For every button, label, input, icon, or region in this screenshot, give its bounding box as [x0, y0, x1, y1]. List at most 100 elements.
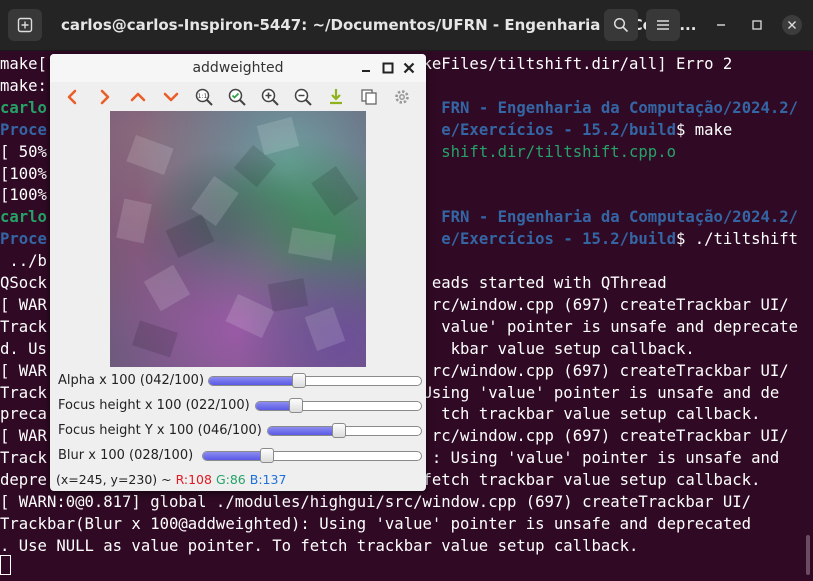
terminal-text-segment: [100% — [0, 186, 47, 205]
close-icon — [403, 62, 415, 74]
trackbar-handle[interactable] — [288, 398, 303, 413]
trackbar-handle[interactable] — [292, 373, 306, 388]
settings-icon — [395, 90, 409, 104]
terminal-text-segment: preca — [0, 405, 47, 424]
terminal-text-segment: tch trackbar value setup callback. — [441, 405, 761, 424]
terminal-text-segment: Track — [0, 449, 47, 468]
terminal-text-segment: [ 50% — [0, 142, 47, 161]
terminal-text-segment: rc/window.cpp (697) createTrackbar UI/ — [431, 427, 789, 446]
terminal-line: [100% — [0, 163, 47, 185]
terminal-text-segment: rc/window.cpp (697) createTrackbar UI/ — [431, 295, 789, 314]
terminal-new-tab-icon — [17, 17, 33, 33]
terminal-text-segment: [100% — [0, 164, 47, 183]
cv-minimize-button[interactable] — [356, 58, 376, 78]
trackbar-row: Blur x 100 (028/100) — [50, 445, 426, 467]
terminal-headerbar: carlos@carlos-Inspiron-5447: ~/Documento… — [0, 0, 813, 51]
maximize-icon — [752, 20, 762, 30]
terminal-text-segment: shift.dir/tiltshift.cpp.o — [441, 142, 676, 161]
minimize-icon — [362, 70, 370, 72]
minimize-icon — [717, 24, 725, 26]
trackbar-handle[interactable] — [331, 423, 346, 438]
processed-image[interactable] — [110, 111, 366, 367]
pan-up-button[interactable] — [127, 86, 149, 108]
pan-right-button[interactable] — [94, 86, 116, 108]
terminal-text-segment: $ ./tiltshift — [675, 230, 799, 249]
zoom-fit-icon: 1:1 — [195, 88, 213, 106]
trackbar-label: Focus height x 100 (022/100) — [58, 398, 250, 413]
zoom-out-button[interactable] — [292, 86, 314, 108]
terminal-text-segment: FRN - Engenharia da Computação/2024.2/ — [441, 98, 799, 117]
status-bar: (x=245, y=230) ~ R:108 G:86 B:137 — [56, 472, 286, 487]
terminal-text-segment: depre — [0, 471, 47, 490]
menu-icon — [657, 20, 669, 30]
terminal-line: make: — [0, 75, 47, 97]
minimize-button[interactable] — [704, 9, 738, 41]
terminal-line: ../b — [0, 250, 47, 272]
terminal-text-segment: keFiles/tiltshift.dir/all] Erro 2 — [422, 55, 733, 73]
arrow-right-icon — [100, 89, 110, 105]
cursor-coordinates: (x=245, y=230) ~ — [56, 472, 172, 487]
terminal-text-segment: [ WAR — [0, 427, 47, 446]
close-button[interactable] — [782, 15, 802, 35]
zoom-original-button[interactable] — [226, 86, 248, 108]
trackbar-fill — [209, 377, 299, 385]
trackbar-fill — [268, 427, 340, 435]
terminal-text-segment: kbar value setup callback. — [450, 339, 695, 358]
terminal-text-segment: e/Exercícios - 15.2/build — [441, 230, 676, 249]
terminal-text-segment: carlo — [0, 208, 47, 227]
image-canvas — [110, 111, 366, 367]
search-button[interactable] — [604, 9, 638, 41]
terminal-text-segment: : Using 'value' pointer is unsafe and — [431, 449, 780, 468]
properties-button[interactable] — [391, 86, 413, 108]
terminal-scrollbar[interactable] — [806, 535, 810, 575]
svg-text:1:1: 1:1 — [198, 93, 208, 100]
trackbar-fill — [203, 452, 265, 460]
menu-button[interactable] — [646, 9, 680, 41]
terminal-text-segment: Proce — [0, 230, 47, 249]
cv-maximize-button[interactable] — [378, 58, 398, 78]
terminal-text-segment: fetch trackbar value setup callback. — [422, 471, 761, 490]
terminal-text-segment: $ make — [675, 120, 733, 139]
terminal-text-segment: eads started with QThread — [431, 274, 667, 292]
opencv-toolbar: 1:1 — [50, 84, 426, 110]
copy-image-button[interactable] — [358, 86, 380, 108]
zoom-fit-button[interactable]: 1:1 — [193, 86, 215, 108]
zoom-out-icon — [294, 88, 312, 106]
window-title: carlos@carlos-Inspiron-5447: ~/Documento… — [61, 16, 697, 34]
zoom-in-icon — [261, 88, 279, 106]
save-icon — [330, 89, 342, 105]
trackbar-slider[interactable] — [208, 376, 422, 386]
pan-down-button[interactable] — [160, 86, 182, 108]
search-icon — [613, 17, 629, 33]
trackbar-slider[interactable] — [202, 451, 422, 461]
terminal-text-segment: ../b — [0, 252, 47, 271]
terminal-cursor — [0, 555, 11, 575]
terminal-text-segment: make: — [0, 76, 47, 95]
arrow-left-icon — [67, 89, 77, 105]
new-tab-button[interactable] — [8, 9, 42, 41]
trackbar-row: Focus height Y x 100 (046/100) — [50, 420, 426, 442]
pan-left-button[interactable] — [61, 86, 83, 108]
trackbar-handle[interactable] — [259, 448, 274, 463]
cv-close-button[interactable] — [399, 58, 419, 78]
terminal-line: [100% — [0, 184, 47, 206]
terminal-text-segment: QSock — [0, 274, 47, 292]
terminal-text-segment: [ WAR — [0, 361, 47, 380]
terminal-text-segment: carlo — [0, 98, 47, 117]
blue-value: B:137 — [249, 472, 287, 487]
zoom-in-button[interactable] — [259, 86, 281, 108]
maximize-button[interactable] — [740, 9, 774, 41]
trackbar-label: Blur x 100 (028/100) — [58, 448, 194, 463]
arrow-up-icon — [130, 92, 146, 102]
trackbar-fill — [256, 402, 293, 410]
terminal-text-segment: . Use NULL as value pointer. To fetch tr… — [0, 536, 639, 555]
trackbar-slider[interactable] — [255, 401, 422, 411]
terminal-line: [ WARN:0@0.817] global ./modules/highgui… — [0, 491, 751, 513]
terminal-text-segment: make[ — [0, 55, 47, 73]
save-image-button[interactable] — [325, 86, 347, 108]
terminal-line: Trackbar(Blur x 100@addweighted): Using … — [0, 513, 751, 535]
terminal-text-segment: Using 'value' pointer is unsafe and de — [422, 383, 780, 402]
trackbar-row: Alpha x 100 (042/100) — [50, 370, 426, 392]
arrow-down-icon — [163, 92, 179, 102]
terminal-text-segment: Track — [0, 317, 47, 336]
